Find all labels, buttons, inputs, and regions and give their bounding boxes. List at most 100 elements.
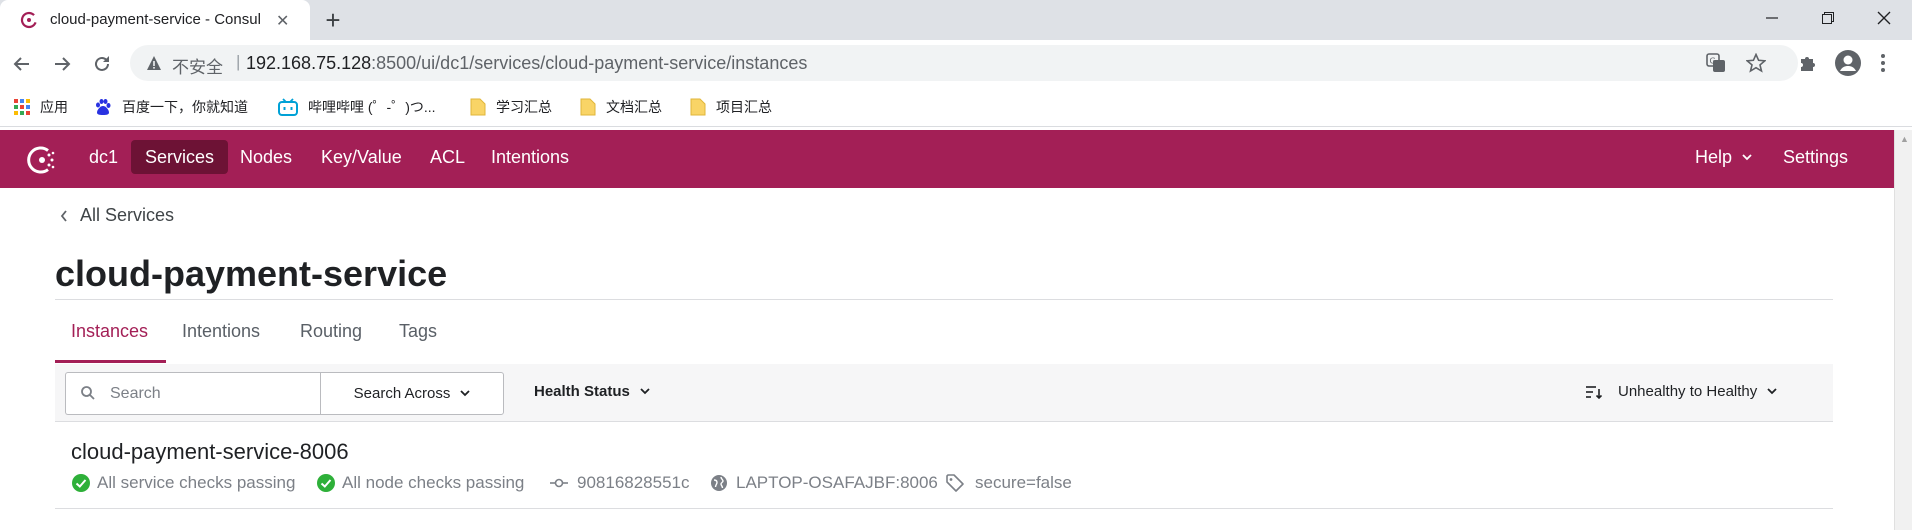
search-field[interactable]	[65, 372, 320, 415]
security-label: 不安全	[172, 58, 223, 77]
warning-triangle-icon	[147, 56, 161, 70]
chevron-down-icon	[640, 388, 650, 395]
bookmark-label: 项目汇总	[716, 99, 772, 115]
nav-acl[interactable]: ACL	[430, 140, 465, 174]
url-text: 192.168.75.128:8500/ui/dc1/services/clou…	[246, 53, 807, 74]
bilibili-tv-icon	[278, 98, 298, 116]
restore-icon	[1822, 12, 1834, 24]
restore-window-button[interactable]	[1800, 0, 1856, 36]
arrow-left-icon	[13, 57, 29, 71]
search-across-label: Search Across	[353, 385, 451, 402]
apps-grid-icon	[14, 99, 30, 115]
node-checks-label: All node checks passing	[342, 473, 525, 492]
nav-nodes[interactable]: Nodes	[240, 140, 292, 174]
reload-button[interactable]	[88, 50, 116, 78]
chevron-left-icon	[60, 209, 67, 222]
consul-logo-icon[interactable]	[26, 144, 58, 176]
datacenter-selector[interactable]: dc1	[89, 140, 118, 174]
service-checks-status: All service checks passing	[72, 473, 295, 493]
chevron-down-icon	[1767, 388, 1777, 395]
close-icon	[1877, 11, 1891, 25]
health-status-dropdown[interactable]: Health Status	[534, 383, 650, 400]
browser-tab[interactable]: cloud-payment-service - Consul ✕	[0, 0, 310, 40]
tag-label: secure=false	[975, 473, 1072, 492]
new-tab-button[interactable]: +	[318, 5, 348, 35]
instance-address: LAPTOP-OSAFAJBF:8006	[710, 473, 938, 493]
minimize-icon	[1766, 17, 1778, 19]
back-button[interactable]	[8, 50, 36, 78]
nav-key-value[interactable]: Key/Value	[321, 140, 402, 174]
node-id: 90816828551c	[550, 473, 690, 493]
title-divider	[55, 299, 1833, 300]
url-separator: |	[236, 52, 241, 71]
page-scrollbar[interactable]: ▲	[1894, 130, 1912, 530]
scroll-up-arrow-icon[interactable]: ▲	[1900, 134, 1909, 144]
help-menu[interactable]: Help	[1695, 140, 1752, 174]
bookmark-label: 百度一下，你就知道	[122, 99, 248, 115]
folder-icon	[470, 98, 486, 116]
page-title: cloud-payment-service	[55, 253, 448, 294]
forward-button[interactable]	[48, 50, 76, 78]
address-label: LAPTOP-OSAFAJBF:8006	[736, 473, 938, 492]
close-window-button[interactable]	[1856, 0, 1912, 36]
health-status-label: Health Status	[534, 383, 630, 400]
folder-icon	[690, 98, 706, 116]
tab-intentions[interactable]: Intentions	[182, 321, 260, 342]
translate-icon[interactable]: G	[1706, 53, 1726, 78]
menu-kebab-icon[interactable]	[1880, 53, 1886, 78]
chevron-down-icon	[1742, 153, 1752, 160]
chevron-down-icon	[460, 390, 470, 397]
search-input[interactable]	[110, 382, 310, 406]
settings-link[interactable]: Settings	[1783, 140, 1848, 174]
check-circle-icon	[72, 474, 90, 492]
active-tab-indicator	[55, 360, 166, 363]
bookmark-folder-docs[interactable]: 文档汇总	[580, 95, 662, 119]
bookmark-star-icon[interactable]	[1745, 52, 1767, 78]
address-bar[interactable]: 不安全 | 192.168.75.128:8500/ui/dc1/service…	[130, 45, 1798, 81]
nav-services[interactable]: Services	[131, 140, 229, 174]
tag-icon	[945, 473, 965, 493]
bookmark-folder-study[interactable]: 学习汇总	[470, 95, 552, 119]
bookmark-bilibili[interactable]: 哔哩哔哩 (゜-゜)つ...	[278, 95, 436, 119]
breadcrumb[interactable]: All Services	[60, 205, 174, 226]
minimize-window-button[interactable]	[1744, 0, 1800, 36]
arrow-right-icon	[55, 57, 71, 71]
reload-icon	[95, 56, 109, 71]
url-path: :8500/ui/dc1/services/cloud-payment-serv…	[371, 53, 808, 73]
search-across-dropdown[interactable]: Search Across	[320, 372, 504, 415]
node-id-label: 90816828551c	[577, 473, 690, 492]
profile-avatar-icon[interactable]	[1834, 49, 1862, 82]
bookmark-apps[interactable]: 应用	[14, 95, 68, 119]
commit-node-icon	[550, 477, 568, 489]
bookmark-label: 学习汇总	[496, 99, 552, 115]
service-checks-label: All service checks passing	[97, 473, 296, 492]
baidu-paw-icon	[94, 98, 112, 116]
help-label: Help	[1695, 147, 1733, 167]
globe-icon	[710, 474, 728, 492]
svg-text:G: G	[1710, 57, 1716, 66]
tab-tags[interactable]: Tags	[399, 321, 437, 342]
bookmark-baidu[interactable]: 百度一下，你就知道	[94, 95, 248, 119]
tab-routing[interactable]: Routing	[300, 321, 362, 342]
browser-tab-title: cloud-payment-service - Consul	[50, 11, 261, 28]
bookmark-label: 应用	[40, 99, 68, 115]
folder-icon	[580, 98, 596, 116]
search-icon	[81, 386, 95, 400]
tab-instances[interactable]: Instances	[71, 321, 148, 342]
bookmark-label: 哔哩哔哩 (゜-゜)つ...	[308, 99, 436, 115]
extensions-puzzle-icon[interactable]	[1798, 53, 1818, 78]
node-checks-status: All node checks passing	[317, 473, 524, 493]
check-circle-icon	[317, 474, 335, 492]
consul-favicon-icon	[20, 11, 38, 29]
bookmark-label: 文档汇总	[606, 99, 662, 115]
tab-close-icon[interactable]: ✕	[276, 11, 289, 31]
breadcrumb-label: All Services	[80, 205, 175, 225]
sort-dropdown[interactable]: Unhealthy to Healthy	[1586, 383, 1777, 400]
row-divider	[55, 508, 1833, 509]
instance-tags: secure=false	[945, 473, 1072, 493]
url-host: 192.168.75.128	[246, 53, 372, 73]
bookmark-folder-projects[interactable]: 项目汇总	[690, 95, 772, 119]
nav-intentions[interactable]: Intentions	[491, 140, 569, 174]
sort-label: Unhealthy to Healthy	[1618, 383, 1758, 400]
instance-name-link[interactable]: cloud-payment-service-8006	[71, 439, 349, 465]
